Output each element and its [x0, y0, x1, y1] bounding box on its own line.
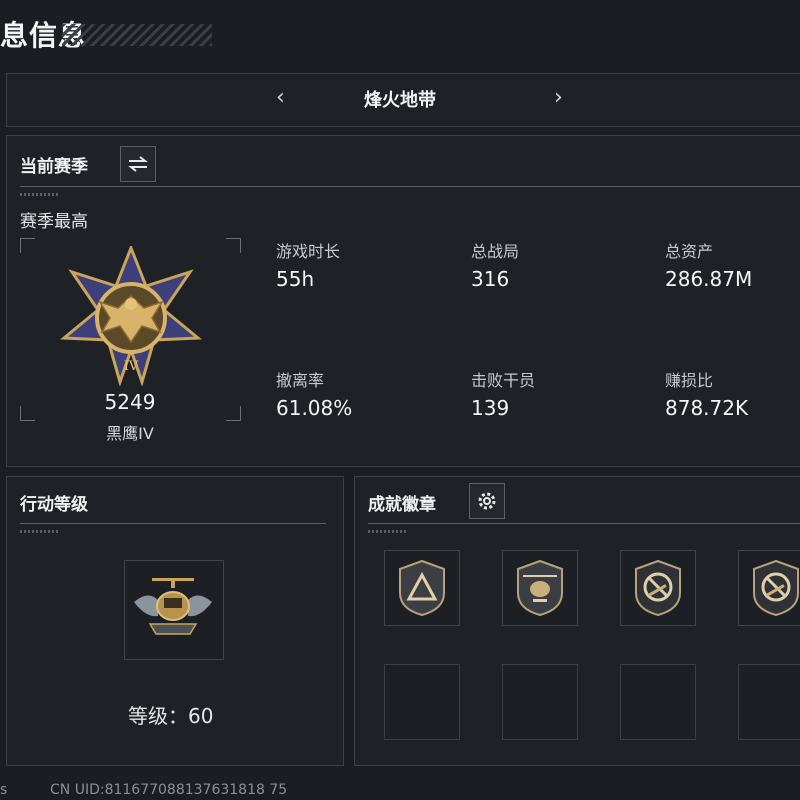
helicopter-badge-icon [517, 559, 563, 617]
footer-fragment: s [0, 782, 8, 798]
mode-name: 烽火地带 [364, 90, 436, 111]
badge-slot[interactable] [502, 550, 578, 626]
empty-badge-slot[interactable] [502, 664, 578, 740]
level-text: 等级：60 [128, 700, 213, 729]
badge-slot[interactable] [384, 550, 460, 626]
badge-slot[interactable] [738, 550, 800, 626]
rank-score: 5249 [104, 390, 156, 414]
season-header: 当前赛季 [20, 157, 88, 177]
no-rifle-badge-icon [753, 559, 799, 617]
swap-arrows-icon [128, 156, 148, 172]
season-best-label: 赛季最高 [20, 212, 88, 232]
stat-label-operators-defeated: 击败干员 [471, 371, 536, 390]
stat-label-playtime: 游戏时长 [276, 242, 341, 261]
empty-badge-slot[interactable] [384, 664, 460, 740]
badge-slot[interactable] [620, 550, 696, 626]
stat-label-total-assets: 总资产 [665, 242, 714, 261]
level-value: 60 [188, 704, 214, 728]
swap-season-button[interactable] [120, 146, 156, 182]
season-hatch [20, 193, 58, 196]
rank-name: 黑鹰IV [106, 424, 154, 443]
achievements-hatch [368, 530, 406, 533]
title-decoration [62, 24, 212, 46]
stat-label-extract-rate: 撤离率 [276, 371, 325, 390]
frame-corner [20, 238, 35, 253]
stat-value-operators-defeated: 139 [471, 396, 510, 420]
empty-badge-slot[interactable] [620, 664, 696, 740]
action-level-hatch [20, 530, 58, 533]
stat-label-profit-ratio: 赚损比 [665, 371, 714, 390]
level-label: 等级： [128, 704, 188, 728]
gear-icon [478, 492, 496, 510]
achievement-settings-button[interactable] [469, 483, 505, 519]
stat-value-total-assets: 286.87M [665, 267, 753, 291]
action-level-divider [20, 523, 326, 524]
stat-value-extract-rate: 61.08% [276, 396, 353, 420]
next-mode-chevron-icon[interactable]: › [554, 85, 563, 110]
action-level-header: 行动等级 [20, 495, 88, 515]
player-uid: CN UID:811677088137631818 75 [50, 782, 288, 798]
triangle-badge-icon [399, 559, 445, 617]
empty-badge-slot[interactable] [738, 664, 800, 740]
rank-emblem-numeral: IV [124, 359, 139, 374]
achievements-header: 成就徽章 [368, 495, 436, 515]
stat-value-playtime: 55h [276, 267, 315, 291]
achievements-divider [368, 523, 800, 524]
frame-corner [226, 238, 241, 253]
stat-value-profit-ratio: 878.72K [665, 396, 749, 420]
season-divider [20, 186, 800, 187]
helicopter-level-icon [134, 578, 212, 635]
stat-label-total-matches: 总战局 [471, 242, 520, 261]
stat-value-total-matches: 316 [471, 267, 510, 291]
no-rifle-badge-icon [635, 559, 681, 617]
rank-emblem-icon: IV [60, 246, 202, 386]
